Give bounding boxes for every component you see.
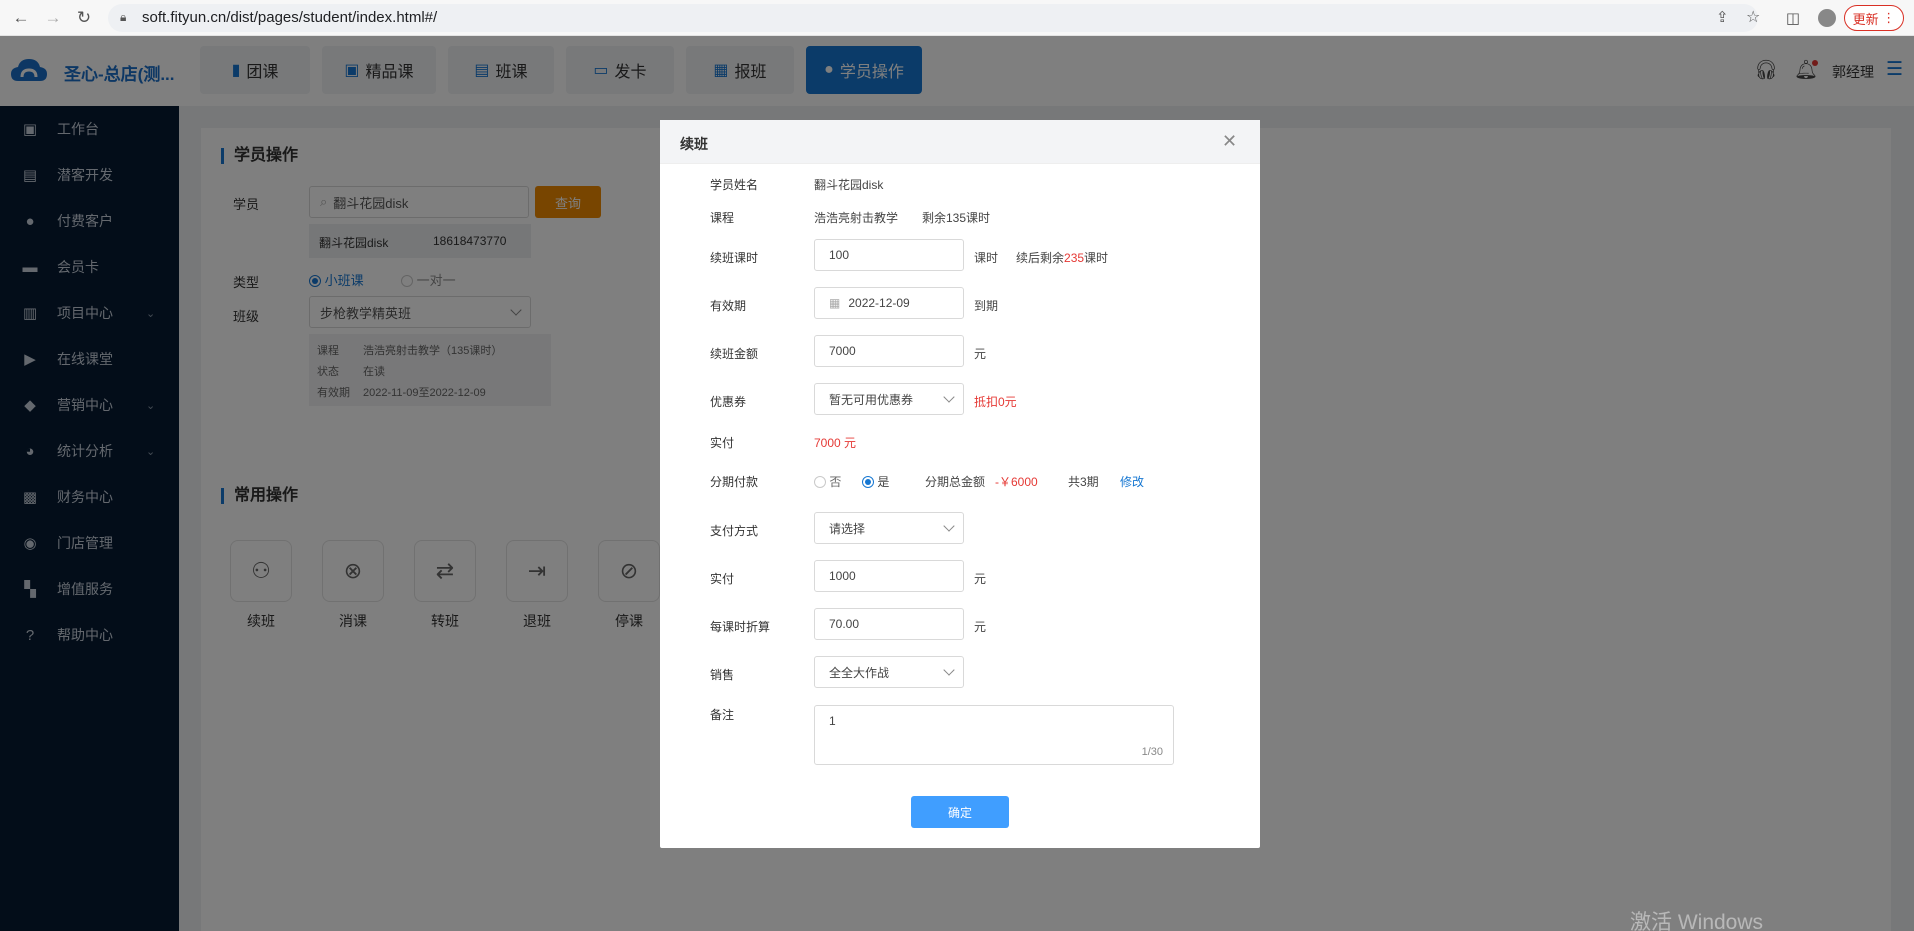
back-icon[interactable]: ← <box>10 7 32 29</box>
remark-label: 备注 <box>710 708 735 722</box>
lock-icon: 🔒︎ <box>120 10 127 24</box>
valid-label: 有效期 <box>710 299 747 313</box>
hours-unit: 课时 <box>974 251 999 265</box>
hours-label: 续班课时 <box>710 251 759 265</box>
course-remaining: 剩余135课时 <box>922 211 991 225</box>
pay-method-label: 支付方式 <box>710 524 759 538</box>
pay-method-select[interactable]: 请选择 <box>814 512 964 544</box>
installment-radio-yes[interactable]: 是 <box>862 473 889 490</box>
actual-paid-label: 实付 <box>710 572 735 586</box>
share-icon[interactable]: ⇪ <box>1716 8 1729 26</box>
forward-icon[interactable]: → <box>42 7 64 29</box>
reload-icon[interactable]: ↻ <box>73 7 95 29</box>
amount-unit: 元 <box>974 347 987 361</box>
installment-edit-link[interactable]: 修改 <box>1120 473 1144 490</box>
installment-total-label: 分期总金额 <box>925 475 986 489</box>
coupon-select[interactable]: 暂无可用优惠券 <box>814 383 964 415</box>
dialog-header: 续班 ✕ <box>660 120 1260 164</box>
installment-radio-no[interactable]: 否 <box>814 473 841 490</box>
student-name-value: 翻斗花园disk <box>814 178 884 192</box>
browser-toolbar: ← → ↻ 🔒︎ soft.fityun.cn/dist/pages/stude… <box>0 0 1914 36</box>
dialog-title: 续班 <box>680 136 708 152</box>
per-hour-input[interactable]: 70.00 <box>814 608 964 640</box>
paid-label: 实付 <box>710 436 735 450</box>
after-renew-remaining: 续后剩余235课时 <box>1016 251 1109 265</box>
student-name-label: 学员姓名 <box>710 178 759 192</box>
chevron-down-icon <box>943 664 955 676</box>
installment-total-value: -￥6000 <box>995 475 1038 489</box>
remark-counter: 1/30 <box>1141 746 1163 758</box>
valid-date-picker[interactable]: ▦ 2022-12-09 <box>814 287 964 319</box>
sales-select[interactable]: 全全大作战 <box>814 656 964 688</box>
hours-input[interactable]: 100 <box>814 239 964 271</box>
chevron-down-icon <box>943 520 955 532</box>
amount-label: 续班金额 <box>710 347 759 361</box>
sidepanel-icon[interactable]: ◫ <box>1782 7 1804 29</box>
update-button[interactable]: 更新 ⋮ <box>1844 5 1904 31</box>
per-hour-unit: 元 <box>974 620 987 634</box>
calendar-icon: ▦ <box>829 296 841 310</box>
renew-class-dialog: 续班 ✕ 学员姓名 翻斗花园disk 课程 浩浩亮射击教学 剩余135课时 续班… <box>660 120 1260 848</box>
profile-icon[interactable] <box>1816 7 1838 29</box>
bookmark-star-icon[interactable]: ☆ <box>1746 7 1760 27</box>
address-bar[interactable]: 🔒︎ soft.fityun.cn/dist/pages/student/ind… <box>108 4 1760 32</box>
remark-textarea[interactable]: 1 1/30 <box>814 705 1174 765</box>
amount-input[interactable]: 7000 <box>814 335 964 367</box>
chevron-down-icon <box>943 391 955 403</box>
coupon-label: 优惠券 <box>710 395 747 409</box>
sales-label: 销售 <box>710 668 735 682</box>
url-text: soft.fityun.cn/dist/pages/student/index.… <box>142 9 438 26</box>
installment-label: 分期付款 <box>710 475 759 489</box>
actual-paid-input[interactable]: 1000 <box>814 560 964 592</box>
coupon-deduct: 抵扣0元 <box>974 395 1017 409</box>
actual-paid-unit: 元 <box>974 572 987 586</box>
installment-periods: 共3期 <box>1068 475 1099 489</box>
confirm-button[interactable]: 确定 <box>911 796 1009 828</box>
course-value: 浩浩亮射击教学 <box>814 211 899 225</box>
per-hour-label: 每课时折算 <box>710 620 771 634</box>
windows-activation-watermark: 激活 Windows <box>1630 911 1764 931</box>
course-label: 课程 <box>710 211 735 225</box>
valid-suffix: 到期 <box>974 299 999 313</box>
paid-value: 7000 元 <box>814 436 857 450</box>
close-icon[interactable]: ✕ <box>1222 131 1237 152</box>
